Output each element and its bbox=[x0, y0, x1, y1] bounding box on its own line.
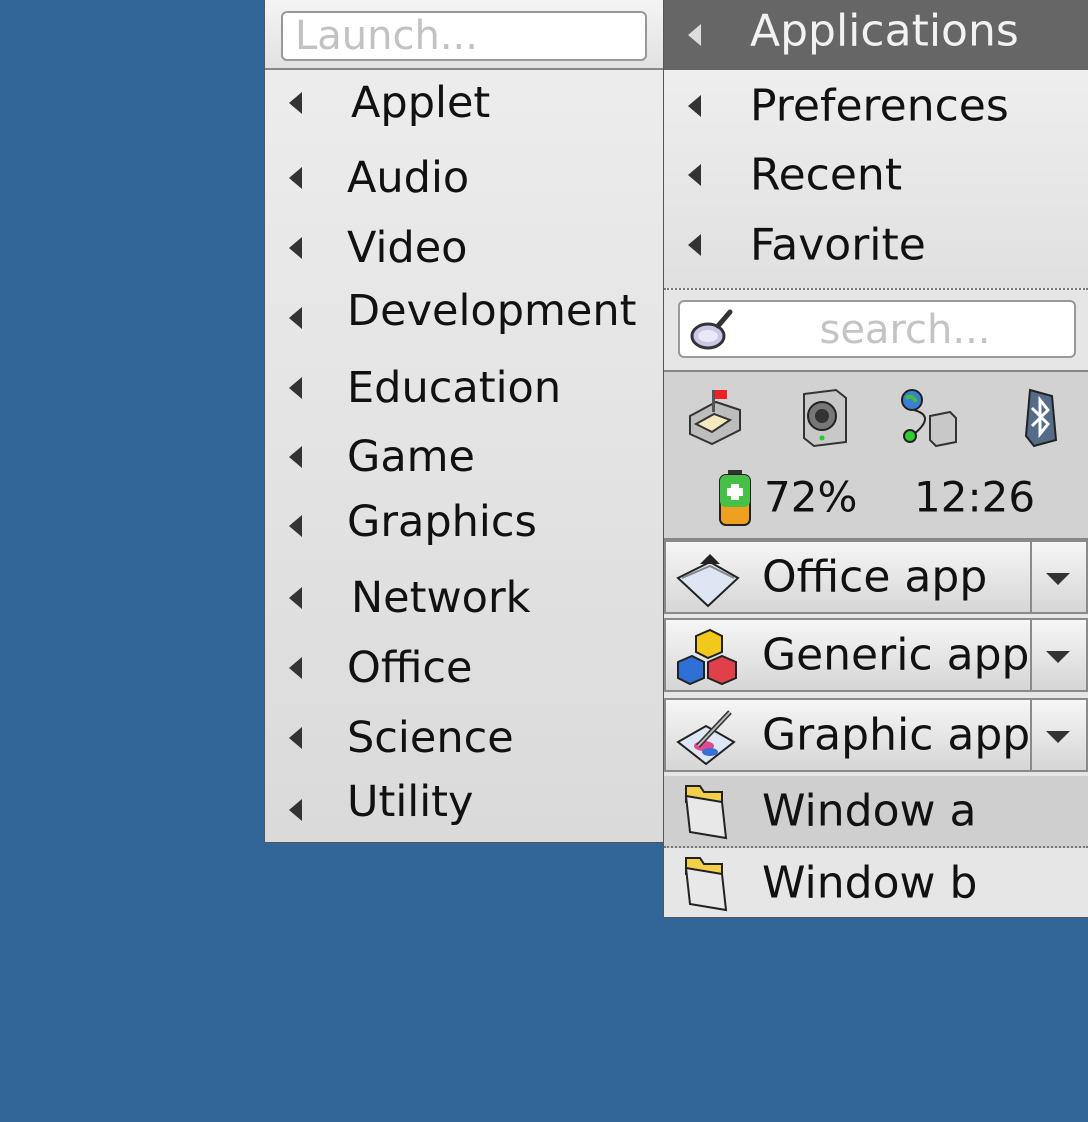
window-label: Window b bbox=[762, 857, 978, 909]
launcher-bar bbox=[265, 0, 663, 70]
submenu-arrow-icon bbox=[688, 234, 701, 256]
category-label: Development bbox=[347, 286, 637, 336]
category-label: Video bbox=[347, 223, 468, 273]
applications-menu-button[interactable]: Applications bbox=[664, 0, 1088, 70]
submenu-arrow-icon bbox=[289, 657, 302, 679]
search-input[interactable] bbox=[740, 304, 1070, 356]
task-dropdown-button[interactable] bbox=[1030, 620, 1086, 690]
category-item-audio[interactable]: Audio bbox=[265, 146, 663, 210]
category-label: Network bbox=[351, 573, 531, 623]
chevron-down-icon bbox=[1046, 651, 1070, 663]
category-menu: Applet Audio Video Development Education… bbox=[264, 0, 664, 843]
category-item-education[interactable]: Education bbox=[265, 356, 663, 420]
submenu-arrow-icon bbox=[289, 799, 302, 821]
category-item-network[interactable]: Network bbox=[265, 566, 663, 630]
battery-level: 72% bbox=[764, 472, 858, 522]
category-item-office[interactable]: Office bbox=[265, 636, 663, 700]
mail-icon[interactable] bbox=[682, 386, 746, 450]
submenu-arrow-icon bbox=[289, 515, 302, 537]
submenu-arrow-icon bbox=[289, 307, 302, 329]
network-icon[interactable] bbox=[896, 386, 960, 450]
category-label: Science bbox=[347, 713, 514, 763]
task-label: Graphic app bbox=[762, 709, 1031, 761]
office-app-icon bbox=[676, 554, 740, 608]
menu-item-label: Recent bbox=[750, 149, 903, 201]
submenu-arrow-icon bbox=[289, 446, 302, 468]
category-item-utility[interactable]: Utility bbox=[265, 774, 663, 838]
category-label: Education bbox=[347, 363, 562, 413]
task-dropdown-button[interactable] bbox=[1030, 542, 1086, 612]
menu-item-preferences[interactable]: Preferences bbox=[664, 74, 1088, 138]
clock[interactable]: 12:26 bbox=[914, 473, 1035, 522]
places-menu: Preferences Recent Favorite bbox=[664, 70, 1088, 290]
folder-icon bbox=[684, 785, 728, 840]
window-item-a[interactable]: Window a bbox=[664, 776, 1088, 848]
submenu-arrow-icon bbox=[688, 164, 701, 186]
category-label: Game bbox=[347, 432, 476, 482]
task-graphic-app[interactable]: Graphic app bbox=[664, 698, 1088, 772]
menu-item-favorite[interactable]: Favorite bbox=[664, 213, 1088, 277]
category-item-game[interactable]: Game bbox=[265, 425, 663, 489]
submenu-arrow-icon bbox=[289, 92, 302, 114]
submenu-arrow-icon bbox=[688, 95, 701, 117]
category-label: Utility bbox=[347, 777, 474, 827]
category-item-graphics[interactable]: Graphics bbox=[265, 494, 663, 558]
menu-item-label: Favorite bbox=[750, 219, 926, 271]
task-label: Office app bbox=[762, 551, 988, 603]
submenu-arrow-icon bbox=[289, 377, 302, 399]
search-box[interactable] bbox=[678, 300, 1076, 358]
menu-item-recent[interactable]: Recent bbox=[664, 143, 1088, 207]
window-item-b[interactable]: Window b bbox=[664, 848, 1088, 918]
chevron-down-icon bbox=[1046, 731, 1070, 743]
launch-input[interactable] bbox=[281, 11, 647, 61]
task-label: Generic app bbox=[762, 629, 1030, 681]
task-office-app[interactable]: Office app bbox=[664, 540, 1088, 614]
window-label: Window a bbox=[762, 785, 977, 837]
folder-icon bbox=[684, 857, 728, 912]
category-label: Audio bbox=[347, 153, 470, 203]
task-generic-app[interactable]: Generic app bbox=[664, 618, 1088, 692]
task-dropdown-button[interactable] bbox=[1030, 700, 1086, 770]
submenu-arrow-icon bbox=[289, 237, 302, 259]
category-item-applet[interactable]: Applet bbox=[265, 71, 663, 135]
submenu-arrow-icon bbox=[289, 727, 302, 749]
graphic-app-icon bbox=[676, 710, 736, 766]
system-tray: 72% 12:26 bbox=[664, 372, 1088, 540]
battery-icon bbox=[719, 470, 751, 526]
submenu-arrow-icon bbox=[688, 24, 701, 46]
magnifier-icon bbox=[690, 309, 733, 350]
category-item-science[interactable]: Science bbox=[265, 706, 663, 770]
bluetooth-icon[interactable] bbox=[1008, 386, 1072, 450]
generic-app-icon bbox=[677, 628, 737, 686]
submenu-arrow-icon bbox=[289, 587, 302, 609]
category-label: Graphics bbox=[347, 497, 537, 547]
category-item-development[interactable]: Development bbox=[265, 282, 663, 346]
category-item-video[interactable]: Video bbox=[265, 216, 663, 280]
submenu-arrow-icon bbox=[289, 167, 302, 189]
menu-item-label: Preferences bbox=[750, 80, 1009, 132]
category-label: Office bbox=[347, 643, 473, 693]
applications-label: Applications bbox=[750, 5, 1019, 57]
speaker-icon[interactable] bbox=[790, 386, 854, 450]
search-bar bbox=[664, 290, 1088, 372]
category-label: Applet bbox=[351, 78, 491, 128]
chevron-down-icon bbox=[1046, 573, 1070, 585]
main-panel: Applications Preferences Recent Favorite bbox=[663, 0, 1088, 918]
